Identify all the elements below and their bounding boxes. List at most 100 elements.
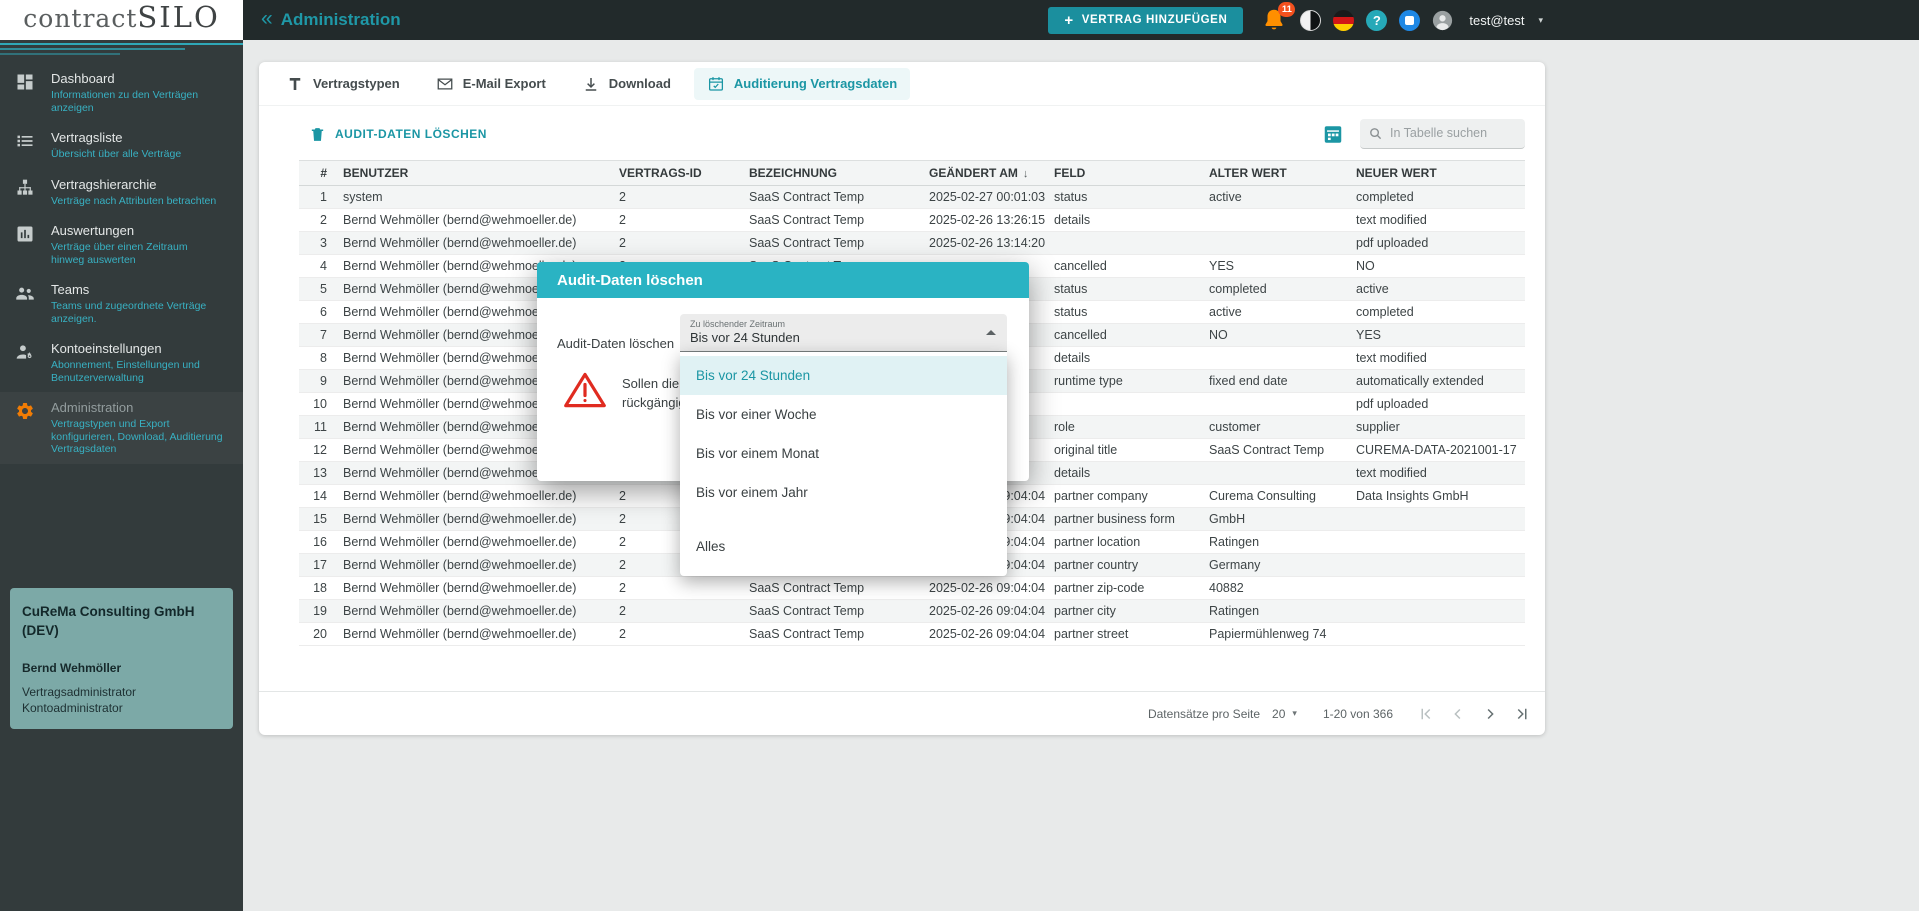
table-cell: SaaS Contract Temp <box>741 186 921 209</box>
menu-option-bis-vor-einer-woche[interactable]: Bis vor einer Woche <box>680 395 1007 434</box>
add-contract-button[interactable]: + VERTRAG HINZUFÜGEN <box>1048 7 1243 34</box>
next-page-icon[interactable] <box>1481 705 1499 723</box>
sidebar-item-teams[interactable]: TeamsTeams und zugeordnete Verträge anze… <box>0 274 243 333</box>
date-filter-calendar-icon[interactable] <box>1322 123 1344 145</box>
sidebar-item-auswertungen[interactable]: Auswertungen Verträge über einen Zeitraum… <box>0 215 243 274</box>
table-cell: text modified <box>1348 209 1525 232</box>
tab-download[interactable]: Download <box>569 68 684 100</box>
first-page-icon[interactable] <box>1417 705 1435 723</box>
table-cell: pdf uploaded <box>1348 393 1525 416</box>
logo-text-contract: contract <box>23 4 137 33</box>
user-avatar[interactable] <box>1432 10 1453 31</box>
menu-option-alles[interactable]: Alles <box>680 527 1007 566</box>
column-header-alter-wert[interactable]: ALTER WERT <box>1201 161 1348 186</box>
app-root: contractSILO « Administration + VERTRAG … <box>0 0 1919 911</box>
select-caret-up-icon <box>986 330 996 335</box>
table-cell <box>1201 209 1348 232</box>
table-cell: completed <box>1348 186 1525 209</box>
table-cell: GmbH <box>1201 508 1348 531</box>
table-cell: 11 <box>299 416 335 439</box>
table-cell <box>1046 393 1201 416</box>
list-icon <box>15 130 37 161</box>
tab-label: Auditierung Vertragsdaten <box>734 76 897 91</box>
tab-vertragstypen[interactable]: Vertragstypen <box>273 68 413 100</box>
menu-option-bis-vor-24-stunden[interactable]: Bis vor 24 Stunden <box>680 356 1007 395</box>
dashboard-icon <box>15 71 37 114</box>
table-row: 1system2SaaS Contract Temp2025-02-27 00:… <box>299 186 1525 209</box>
column-header-neuer-wert[interactable]: NEUER WERT <box>1348 161 1525 186</box>
table-cell: 2 <box>611 209 741 232</box>
table-cell: 18 <box>299 577 335 600</box>
column-header-bezeichnung[interactable]: BEZEICHNUNG <box>741 161 921 186</box>
sidebar-item-kontoeinstellungen[interactable]: KontoeinstellungenAbonnement, Einstellun… <box>0 333 243 392</box>
sidebar-item-administration[interactable]: AdministrationVertragstypen und Export k… <box>0 392 243 464</box>
table-cell: cancelled <box>1046 255 1201 278</box>
notifications-bell-icon[interactable]: 11 <box>1261 7 1288 34</box>
current-user-label[interactable]: test@test <box>1469 13 1524 28</box>
table-cell: 16 <box>299 531 335 554</box>
table-cell: 2 <box>611 623 741 646</box>
table-cell <box>1348 508 1525 531</box>
column-header-feld[interactable]: FELD <box>1046 161 1201 186</box>
blue-app-icon[interactable] <box>1399 10 1420 31</box>
period-select[interactable]: Zu löschender Zeitraum Bis vor 24 Stunde… <box>680 314 1007 352</box>
table-cell: 7 <box>299 324 335 347</box>
sidebar-item-description: Verträge über einen Zeitraum hinweg ausw… <box>51 241 223 266</box>
sidebar-item-vertragshierarchie[interactable]: VertragshierarchieVerträge nach Attribut… <box>0 169 243 216</box>
sidebar-item-dashboard[interactable]: DashboardInformationen zu den Verträgen … <box>0 63 243 122</box>
table-cell: 1 <box>299 186 335 209</box>
table-cell: 4 <box>299 255 335 278</box>
table-cell: automatically extended <box>1348 370 1525 393</box>
user-menu-caret-icon[interactable]: ▾ <box>1538 15 1543 26</box>
table-cell: cancelled <box>1046 324 1201 347</box>
contract-type-icon <box>286 75 304 93</box>
column-header-benutzer[interactable]: BENUTZER <box>335 161 611 186</box>
sidebar-item-label: Auswertungen <box>51 223 223 238</box>
tab-auditierung-vertragsdaten[interactable]: Auditierung Vertragsdaten <box>694 68 910 100</box>
sidebar-item-vertragsliste[interactable]: VertragslisteÜbersicht über alle Verträg… <box>0 122 243 169</box>
theme-contrast-toggle-icon[interactable] <box>1300 10 1321 31</box>
column-header-vertrags-id[interactable]: VERTRAGS-ID <box>611 161 741 186</box>
sidebar-item-description: Abonnement, Einstellungen und Benutzerve… <box>51 359 223 384</box>
tab-e-mail-export[interactable]: E-Mail Export <box>423 68 559 100</box>
download-icon <box>582 75 600 93</box>
table-cell: Ratingen <box>1201 600 1348 623</box>
page-title: Administration <box>281 10 401 30</box>
table-cell: role <box>1046 416 1201 439</box>
table-row: 20Bernd Wehmöller (bernd@wehmoeller.de)2… <box>299 623 1525 646</box>
rows-per-page-select[interactable]: 20 ▾ <box>1272 707 1297 721</box>
tab-bar: Vertragstypen E-Mail Export Download Auditi… <box>259 62 1545 106</box>
column-header-[interactable]: # <box>299 161 335 186</box>
last-page-icon[interactable] <box>1513 705 1531 723</box>
table-cell <box>1348 600 1525 623</box>
table-cell: partner company <box>1046 485 1201 508</box>
delete-audit-data-button[interactable]: AUDIT-DATEN LÖSCHEN <box>309 126 487 143</box>
table-cell: completed <box>1348 301 1525 324</box>
table-cell: Data Insights GmbH <box>1348 485 1525 508</box>
search-input[interactable] <box>1390 119 1520 147</box>
sidebar-item-description: Informationen zu den Verträgen anzeigen <box>51 89 223 114</box>
add-contract-label: VERTRAG HINZUFÜGEN <box>1082 14 1228 26</box>
menu-option-bis-vor-einem-monat[interactable]: Bis vor einem Monat <box>680 434 1007 473</box>
table-cell: SaaS Contract Temp <box>741 623 921 646</box>
people-icon <box>15 282 37 325</box>
table-cell: Bernd Wehmöller (bernd@wehmoeller.de) <box>335 554 611 577</box>
table-cell: 12 <box>299 439 335 462</box>
menu-option-bis-vor-einem-jahr[interactable]: Bis vor einem Jahr <box>680 473 1007 512</box>
sidebar-item-description: Übersicht über alle Verträge <box>51 148 181 161</box>
table-cell: fixed end date <box>1201 370 1348 393</box>
collapse-sidebar-icon[interactable]: « <box>261 7 273 31</box>
language-flag-icon[interactable] <box>1333 10 1354 31</box>
table-row: 18Bernd Wehmöller (bernd@wehmoeller.de)2… <box>299 577 1525 600</box>
table-cell: Bernd Wehmöller (bernd@wehmoeller.de) <box>335 508 611 531</box>
table-cell: SaaS Contract Temp <box>741 600 921 623</box>
table-cell: 8 <box>299 347 335 370</box>
column-header-ge-ndert-am[interactable]: GEÄNDERT AM↓ <box>921 161 1046 186</box>
previous-page-icon[interactable] <box>1449 705 1467 723</box>
logo-text-silo: SILO <box>137 0 219 34</box>
table-cell: text modified <box>1348 462 1525 485</box>
warning-line-2: rückgängig <box>622 395 686 410</box>
audit-calendar-icon <box>707 75 725 93</box>
table-cell: SaaS Contract Temp <box>741 577 921 600</box>
help-icon[interactable]: ? <box>1366 10 1387 31</box>
